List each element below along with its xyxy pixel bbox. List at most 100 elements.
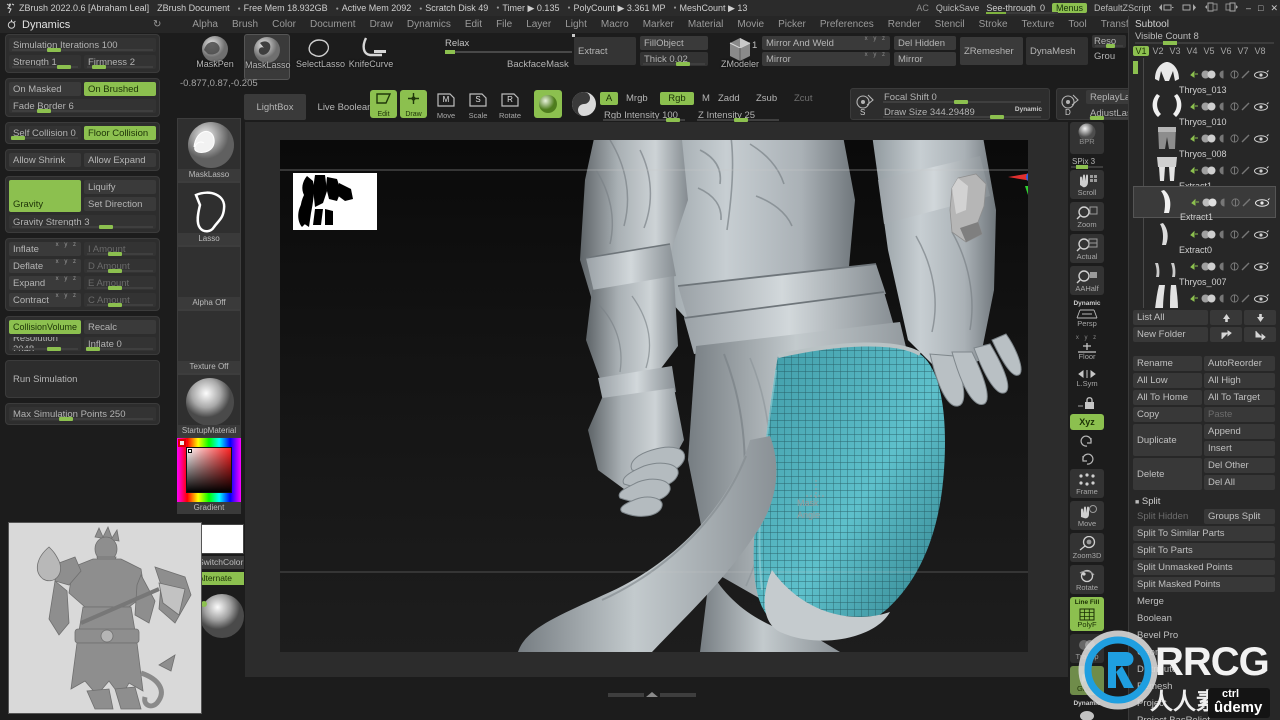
resolution-slider[interactable]: Resolution 2048 — [9, 337, 81, 351]
deflate-button[interactable]: Deflate x y z — [9, 259, 81, 273]
masklasso-tool[interactable]: MaskLasso — [244, 34, 291, 80]
transparency-button[interactable]: Transp — [1070, 634, 1104, 663]
subtool-row-icons[interactable] — [1190, 293, 1269, 303]
vbutton-v5[interactable]: V5 — [1201, 46, 1217, 56]
z-intensity-slider[interactable]: Z Intensity 25 — [694, 108, 782, 122]
menu-macro[interactable]: Macro — [594, 19, 636, 30]
rotate-cw-button[interactable] — [1070, 451, 1104, 466]
subtool-list[interactable]: Thryos_013 Thryos_010 Thryos_008 Extract… — [1133, 58, 1276, 308]
minimize-button[interactable]: – — [1246, 3, 1251, 13]
menu-color[interactable]: Color — [265, 19, 303, 30]
close-button[interactable]: ✕ — [1270, 3, 1278, 14]
switch-color-button[interactable]: SwitchColor — [196, 556, 244, 569]
split-to-similar-parts-button[interactable]: Split To Similar Parts — [1133, 526, 1275, 541]
rotate-view-button[interactable]: Rotate — [1070, 565, 1104, 594]
scale-button[interactable]: S Scale — [466, 90, 490, 120]
move-up-button[interactable] — [1210, 310, 1243, 325]
fill-object-button[interactable]: FillObject — [640, 36, 708, 50]
current-stroke-thumbnail[interactable]: Lasso — [177, 182, 241, 246]
menu-tool[interactable]: Tool — [1061, 19, 1093, 30]
menu-movie[interactable]: Movie — [730, 19, 771, 30]
folder-out-button[interactable] — [1210, 327, 1243, 342]
paste-button[interactable]: Paste — [1204, 407, 1275, 422]
mrgb-button[interactable]: Mrgb — [622, 92, 656, 105]
menu-stencil[interactable]: Stencil — [928, 19, 972, 30]
menu-preferences[interactable]: Preferences — [813, 19, 881, 30]
menu-render[interactable]: Render — [881, 19, 928, 30]
menu-draw[interactable]: Draw — [363, 19, 400, 30]
persp-button[interactable]: Dynamic Persp — [1070, 298, 1104, 330]
quicksave-button[interactable]: QuickSave — [936, 3, 980, 13]
xyz-button[interactable]: Xyz — [1070, 414, 1104, 430]
vbutton-v7[interactable]: V7 — [1235, 46, 1251, 56]
rename-button[interactable]: Rename — [1133, 356, 1202, 371]
subtool-row-icons[interactable] — [1191, 197, 1270, 207]
reference-image-thumbnail[interactable] — [8, 522, 202, 714]
frame-button[interactable]: Frame — [1070, 469, 1104, 498]
backface-mask-button[interactable]: BackfaceMask — [507, 59, 569, 70]
canvas-area[interactable]: Mask Angle — [245, 122, 1068, 677]
split-to-parts-button[interactable]: Split To Parts — [1133, 543, 1275, 558]
insert-button[interactable]: Insert — [1204, 441, 1275, 456]
vbutton-v4[interactable]: V4 — [1184, 46, 1200, 56]
document-viewport[interactable]: Mask Angle — [280, 140, 1028, 652]
scroll-button[interactable]: Scroll — [1070, 170, 1104, 199]
color-picker[interactable] — [177, 438, 241, 502]
inflate-xyz-toggle[interactable]: x y z — [56, 242, 78, 248]
thick-slider[interactable]: Thick 0.02 — [640, 52, 708, 66]
subtool-row-icons[interactable] — [1190, 261, 1269, 271]
collision-volume-button[interactable]: CollisionVolume — [9, 320, 81, 334]
gravity-strength-slider[interactable]: Gravity Strength 3 — [9, 215, 156, 229]
vbutton-v6[interactable]: V6 — [1218, 46, 1234, 56]
subtool-row-icons[interactable] — [1190, 133, 1269, 143]
menu-document[interactable]: Document — [303, 19, 363, 30]
groups-split-button[interactable]: Groups Split — [1204, 509, 1275, 524]
inflate-value-slider[interactable]: Inflate 0 — [84, 337, 156, 351]
copy-button[interactable]: Copy — [1133, 407, 1202, 422]
refresh-icon[interactable]: ↻ — [153, 19, 161, 30]
delete-button[interactable]: Delete — [1133, 458, 1202, 490]
subtool-item[interactable]: Thryos_010 — [1133, 90, 1276, 127]
vbutton-v3[interactable]: V3 — [1167, 46, 1183, 56]
material-preview-sphere[interactable] — [196, 590, 244, 640]
color-swatch-icon[interactable] — [570, 90, 598, 118]
liquify-button[interactable]: Liquify — [84, 180, 156, 194]
lock-button[interactable] — [1070, 393, 1104, 411]
shelf-toggle-left-icon[interactable] — [1158, 3, 1174, 14]
dynamic-sphere-button[interactable]: Dynamic — [1070, 698, 1104, 720]
all-to-home-button[interactable]: All To Home — [1133, 390, 1202, 405]
polyframe-button[interactable]: Line Fill PolyF — [1070, 597, 1104, 631]
split-unmasked-points-button[interactable]: Split Unmasked Points — [1133, 560, 1275, 575]
m-button[interactable]: M — [698, 92, 710, 105]
firmness-slider[interactable]: Firmness 2 — [84, 55, 156, 69]
rgb-intensity-slider[interactable]: Rgb Intensity 100 — [600, 108, 688, 122]
i-amount-slider[interactable]: I Amount — [84, 242, 156, 256]
actual-button[interactable]: Actual — [1070, 234, 1104, 263]
edit-button[interactable]: Edit — [370, 90, 397, 118]
menu-stroke[interactable]: Stroke — [972, 19, 1015, 30]
vbutton-v1[interactable]: V1 — [1133, 46, 1149, 56]
lightbox-button[interactable]: LightBox — [244, 94, 306, 120]
allow-shrink-button[interactable]: Allow Shrink — [9, 153, 81, 167]
move-down-button[interactable] — [1244, 310, 1276, 325]
e-amount-slider[interactable]: E Amount — [84, 276, 156, 290]
ghost-button[interactable]: Ghost — [1070, 666, 1104, 695]
menu-edit[interactable]: Edit — [458, 19, 489, 30]
append-button[interactable]: Append — [1204, 424, 1275, 439]
tray-left-icon[interactable] — [1204, 2, 1218, 14]
current-alpha-thumbnail[interactable]: Alpha Off — [177, 246, 241, 310]
tray-right-icon[interactable] — [1225, 2, 1239, 14]
bpr-button[interactable]: BPR — [1070, 122, 1104, 154]
max-simulation-points-slider[interactable]: Max Simulation Points 250 — [9, 407, 156, 421]
subtool-item[interactable]: Extract1 — [1133, 154, 1276, 191]
gravity-button[interactable]: Gravity — [9, 180, 81, 212]
contract-xyz-toggle[interactable]: x y z — [56, 293, 78, 299]
subtool-item[interactable]: Thryos_013 — [1133, 58, 1276, 95]
vbutton-v2[interactable]: V2 — [1150, 46, 1166, 56]
move-button[interactable]: M Move — [434, 90, 458, 120]
list-all-button[interactable]: List All — [1133, 310, 1209, 325]
extract-button[interactable]: Extract — [574, 37, 636, 65]
visible-count-slider[interactable]: Visible Count 8 — [1135, 31, 1274, 45]
geometry-section-button[interactable]: Geom — [1133, 645, 1275, 660]
menu-layer[interactable]: Layer — [519, 19, 558, 30]
